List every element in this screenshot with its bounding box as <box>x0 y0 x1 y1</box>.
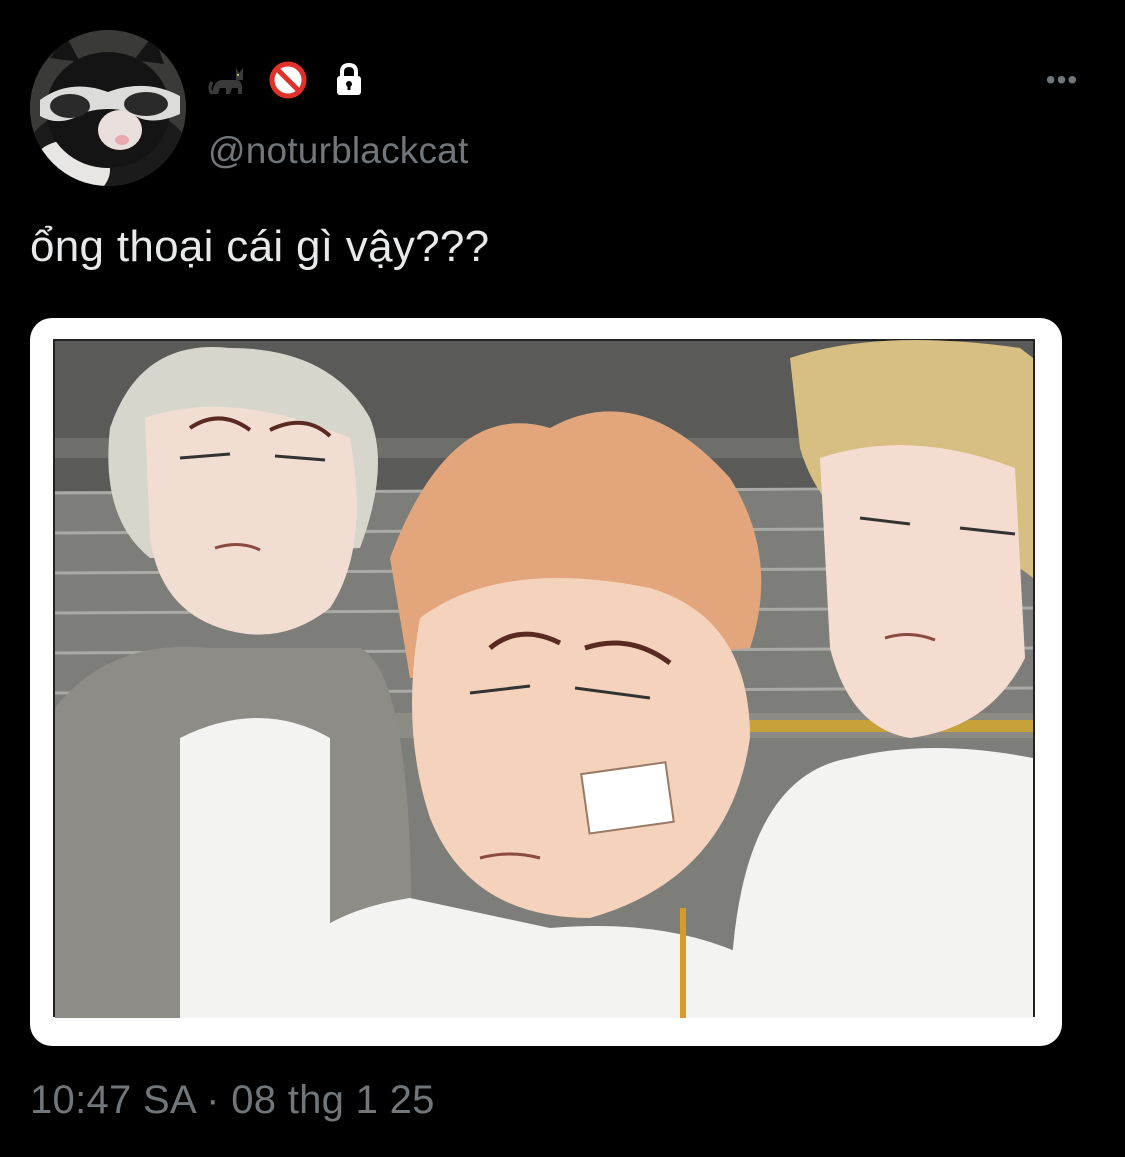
tweet-text: ổng thoại cái gì vậy??? <box>30 222 490 271</box>
lock-icon <box>328 59 370 101</box>
black-cat-icon <box>208 60 248 100</box>
more-icon: ••• <box>1045 64 1079 95</box>
prohibited-icon <box>268 60 308 100</box>
display-name[interactable] <box>208 58 370 102</box>
manga-panel-illustration <box>53 339 1035 1018</box>
avatar-cat-image <box>30 30 186 186</box>
avatar[interactable] <box>30 30 186 186</box>
more-options-button[interactable]: ••• <box>1036 62 1088 98</box>
user-handle[interactable]: @noturblackcat <box>208 130 468 172</box>
tweet: @noturblackcat ••• ổng thoại cái gì vậy?… <box>0 0 1125 1157</box>
tweet-timestamp[interactable]: 10:47 SA · 08 thg 1 25 <box>30 1078 435 1123</box>
tweet-media-image[interactable] <box>30 318 1062 1046</box>
